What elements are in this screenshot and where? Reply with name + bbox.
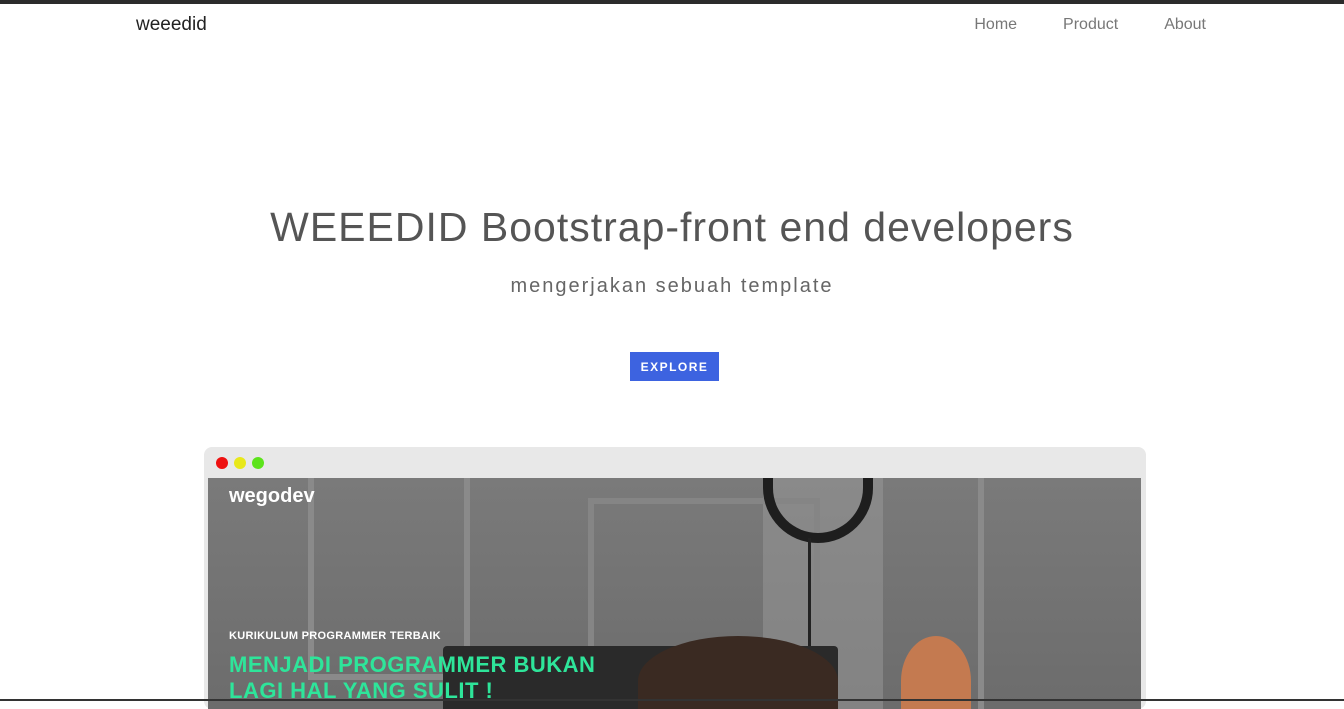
browser-mockup: wegodev KURIKULUM PROGRAMMER TERBAIK MEN… xyxy=(204,447,1146,709)
preview-kicker: KURIKULUM PROGRAMMER TERBAIK xyxy=(229,630,441,642)
hero-title: WEEEDID Bootstrap-front end developers xyxy=(0,204,1344,251)
navbar-brand[interactable]: weeedid xyxy=(136,14,207,36)
preview-logo: wegodev xyxy=(229,485,315,507)
hero-title-strong: WEEEDID xyxy=(270,204,469,250)
hero-subtitle: mengerjakan sebuah template xyxy=(510,275,834,297)
window-controls xyxy=(216,457,264,469)
window-dot-red-icon xyxy=(216,457,228,469)
explore-button[interactable]: EXPLORE xyxy=(630,352,719,381)
hero-title-rest: Bootstrap-front end developers xyxy=(468,204,1074,250)
nav-link-about[interactable]: About xyxy=(1164,16,1206,34)
top-navbar: weeedid Home Product About xyxy=(0,4,1344,49)
preview-headline: MENJADI PROGRAMMER BUKAN LAGI HAL YANG S… xyxy=(229,652,596,703)
nav-link-home[interactable]: Home xyxy=(974,16,1017,34)
window-dot-green-icon xyxy=(252,457,264,469)
nav-links: Home Product About xyxy=(974,16,1206,34)
cable-shape xyxy=(808,538,811,648)
window-dot-yellow-icon xyxy=(234,457,246,469)
background-window xyxy=(978,478,1141,709)
nav-link-product[interactable]: Product xyxy=(1063,16,1118,34)
preview-screenshot: wegodev KURIKULUM PROGRAMMER TERBAIK MEN… xyxy=(208,478,1141,709)
